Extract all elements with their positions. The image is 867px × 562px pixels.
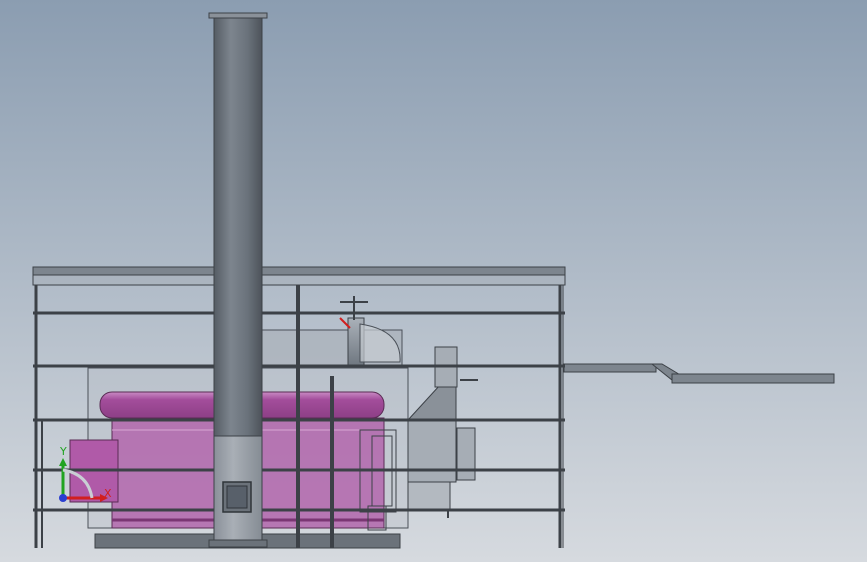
model-view[interactable] — [0, 0, 867, 562]
graphics-viewport[interactable]: Y X — [0, 0, 867, 562]
triad-y-label: Y — [60, 445, 67, 458]
triad-x-label: X — [104, 487, 112, 500]
chimney-stack — [208, 12, 268, 548]
